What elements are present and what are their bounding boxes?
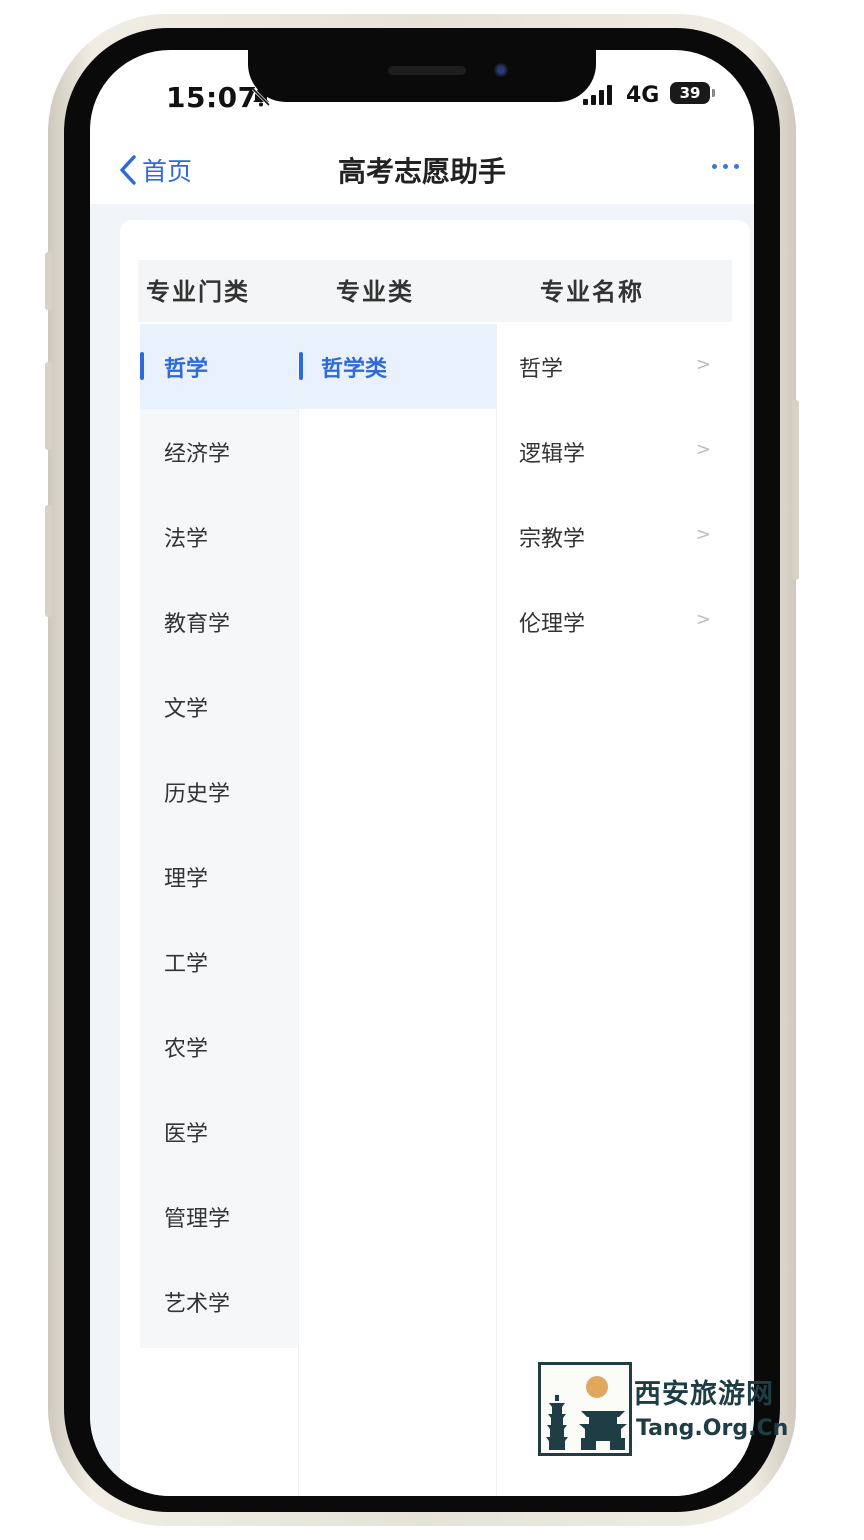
category-item-label: 历史学 — [164, 781, 231, 807]
selected-indicator — [299, 352, 303, 380]
column-headers: 专业门类 专业类 专业名称 — [138, 260, 732, 322]
category-item-label: 艺术学 — [164, 1291, 231, 1317]
category-item-label: 法学 — [164, 526, 209, 552]
category-item[interactable]: 哲学 — [140, 324, 298, 409]
category-list: 哲学经济学法学教育学文学历史学理学工学农学医学管理学艺术学 — [140, 324, 298, 1348]
major-item[interactable]: 宗教学 > — [497, 494, 733, 579]
battery-tip — [712, 89, 715, 97]
power-button — [792, 400, 799, 580]
category-item[interactable]: 工学 — [140, 919, 298, 1004]
class-item[interactable]: 哲学类 — [299, 324, 497, 409]
screen: 15:07 4G 39 首页 高考志愿助手 专业门类 专业类 专业名称 哲学 经… — [90, 50, 754, 1496]
chevron-right-icon: > — [695, 354, 711, 375]
major-item-label: 哲学 — [519, 356, 564, 382]
category-item-label: 哲学 — [164, 356, 209, 382]
category-item[interactable]: 管理学 — [140, 1174, 298, 1259]
battery-icon: 39 — [670, 82, 710, 104]
category-item-label: 教育学 — [164, 611, 231, 637]
selected-indicator — [140, 352, 144, 380]
header-category: 专业门类 — [146, 278, 250, 306]
category-item-label: 医学 — [164, 1121, 209, 1147]
notch — [248, 50, 596, 102]
category-item-label: 理学 — [164, 866, 209, 892]
category-item[interactable]: 教育学 — [140, 579, 298, 664]
volume-down-button — [45, 505, 52, 617]
pagoda-icon — [546, 1376, 627, 1450]
category-item[interactable]: 文学 — [140, 664, 298, 749]
header-class: 专业类 — [336, 278, 414, 306]
logo-emblem — [538, 1362, 632, 1456]
speaker — [388, 66, 466, 75]
major-item[interactable]: 伦理学 > — [497, 579, 733, 664]
chevron-right-icon: > — [695, 439, 711, 460]
major-item-label: 逻辑学 — [519, 441, 586, 467]
category-item[interactable]: 法学 — [140, 494, 298, 579]
category-item[interactable]: 历史学 — [140, 749, 298, 834]
watermark-name: 西安旅游网 — [634, 1379, 774, 1410]
category-item-label: 文学 — [164, 696, 209, 722]
more-icon[interactable] — [710, 154, 742, 178]
major-list: 哲学 > 逻辑学 > 宗教学 > 伦理学 > — [496, 324, 733, 1496]
header-major: 专业名称 — [540, 278, 644, 306]
chevron-right-icon: > — [695, 524, 711, 545]
category-item[interactable]: 农学 — [140, 1004, 298, 1089]
watermark-logo: 西安旅游网 Tang.Org.Cn — [538, 1362, 788, 1458]
major-picker-card: 专业门类 专业类 专业名称 哲学经济学法学教育学文学历史学理学工学农学医学管理学… — [120, 220, 750, 1496]
status-time: 15:07 — [166, 81, 258, 114]
major-item-label: 宗教学 — [519, 526, 586, 552]
class-item-label: 哲学类 — [321, 356, 388, 382]
category-item[interactable]: 经济学 — [140, 409, 298, 494]
class-list: 哲学类 — [298, 324, 497, 1496]
category-item-label: 农学 — [164, 1036, 209, 1062]
major-item[interactable]: 逻辑学 > — [497, 409, 733, 494]
category-item-label: 工学 — [164, 951, 209, 977]
major-item[interactable]: 哲学 > — [497, 324, 733, 409]
chevron-right-icon: > — [695, 609, 711, 630]
category-item[interactable]: 理学 — [140, 834, 298, 919]
mute-switch — [45, 252, 52, 310]
watermark-domain: Tang.Org.Cn — [636, 1416, 789, 1441]
category-item[interactable]: 艺术学 — [140, 1259, 298, 1344]
major-item-label: 伦理学 — [519, 611, 586, 637]
category-item-label: 管理学 — [164, 1206, 231, 1232]
network-label: 4G — [626, 83, 660, 108]
camera — [494, 63, 508, 77]
volume-up-button — [45, 362, 52, 450]
category-item[interactable]: 医学 — [140, 1089, 298, 1174]
category-item-label: 经济学 — [164, 441, 231, 467]
page-title: 高考志愿助手 — [337, 155, 506, 188]
